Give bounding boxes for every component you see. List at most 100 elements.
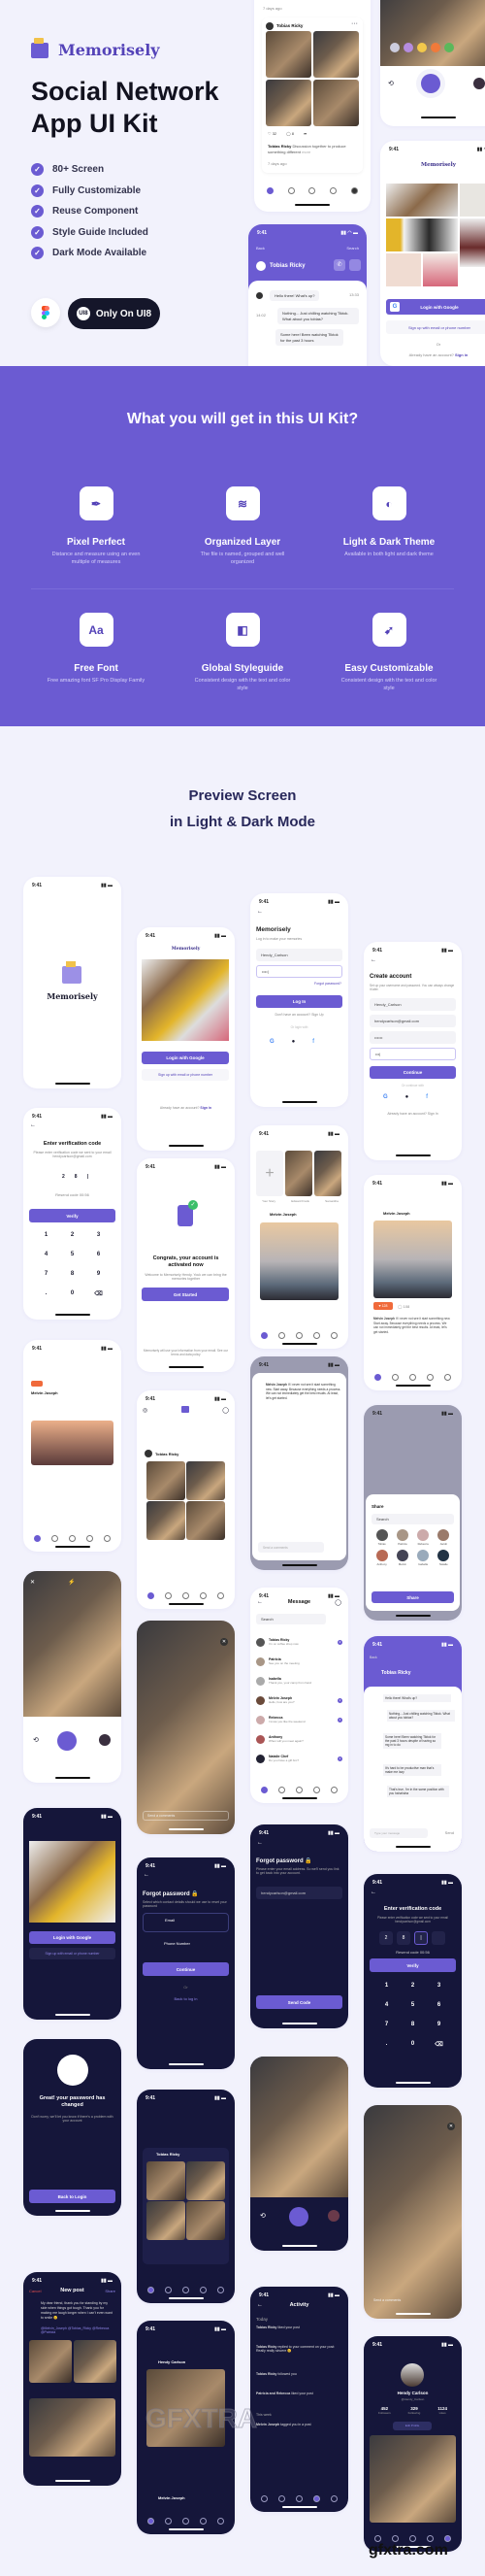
confirm-password-input[interactable]: •••|	[370, 1048, 456, 1060]
comment-input[interactable]: Send a comments	[370, 2295, 456, 2305]
filter-option[interactable]	[417, 43, 427, 52]
close-icon[interactable]: ✕	[220, 1638, 228, 1646]
phone-option[interactable]: Phone Number	[143, 1937, 229, 1957]
thread-item[interactable]: Anthony When will you meet again?	[256, 1729, 342, 1749]
key[interactable]: 6	[85, 1252, 112, 1257]
share-person[interactable]: Anthony	[372, 1550, 392, 1566]
search-tab-icon[interactable]	[278, 1787, 286, 1793]
profile-tab-icon[interactable]	[330, 1332, 338, 1339]
google-icon[interactable]: G	[383, 1094, 388, 1100]
key[interactable]: 0	[59, 1290, 85, 1297]
figma-button[interactable]	[31, 298, 60, 327]
post-photo[interactable]	[146, 1501, 185, 1540]
profile-tab-icon[interactable]	[443, 2535, 451, 2542]
back-to-login-button[interactable]: Back to Login	[29, 2190, 115, 2203]
code-inputs[interactable]: 2 8 |	[62, 1174, 88, 1180]
profile-tab-icon[interactable]	[443, 1374, 451, 1381]
home-tab-icon[interactable]	[261, 1332, 269, 1339]
key[interactable]: 7	[33, 1271, 59, 1277]
activity-item[interactable]: Tobias Ricky liked your post	[256, 2325, 342, 2345]
search-tab-icon[interactable]	[165, 2287, 173, 2293]
like-button[interactable]: ♡ 32	[268, 131, 276, 136]
search-tab-icon[interactable]	[278, 1332, 286, 1339]
like-badge[interactable]: ♥ 128	[373, 1302, 393, 1310]
post-photo[interactable]	[186, 2201, 225, 2240]
compose-icon[interactable]: ◯	[335, 1599, 341, 1606]
camera-tab-icon[interactable]	[68, 1535, 76, 1542]
key[interactable]: 1	[33, 1232, 59, 1238]
home-tab-icon[interactable]	[147, 2518, 155, 2525]
shutter-button[interactable]	[289, 2207, 308, 2226]
post-photo[interactable]	[313, 31, 359, 78]
share-person[interactable]: Tobias	[372, 1529, 392, 1546]
profile-tab-icon[interactable]	[216, 2287, 224, 2293]
post-photo[interactable]	[373, 1221, 452, 1298]
camera-tab-icon[interactable]	[181, 2518, 189, 2525]
gallery-thumbnail[interactable]	[328, 2210, 340, 2222]
activity-tab-icon[interactable]	[312, 2495, 320, 2502]
activity-tab-icon[interactable]	[312, 1332, 320, 1339]
signin-prompt[interactable]: Already have an account? Sign In	[364, 1112, 462, 1116]
key[interactable]: 6	[426, 2002, 452, 2008]
activity-tab-icon[interactable]	[199, 2287, 207, 2293]
video-post[interactable]	[31, 1421, 113, 1465]
filter-option[interactable]	[390, 43, 400, 52]
backspace-key[interactable]: ⌫	[85, 1290, 112, 1297]
profile-tab-icon[interactable]	[103, 1535, 111, 1542]
activity-tab-icon[interactable]	[330, 187, 338, 194]
password-input[interactable]: ••••••	[370, 1031, 456, 1044]
back-arrow-icon[interactable]: ←	[371, 957, 376, 963]
profile-tab-icon[interactable]	[216, 1592, 224, 1599]
activity-tab-icon[interactable]	[199, 1592, 207, 1599]
camera-tab-icon[interactable]	[181, 2287, 189, 2293]
resend-code[interactable]: Resend code 00:56	[364, 1950, 462, 1955]
key[interactable]: 3	[426, 1983, 452, 1989]
only-on-ui8-button[interactable]: UI8 Only On UI8	[68, 298, 160, 329]
home-tab-icon[interactable]	[261, 2495, 269, 2502]
google-icon[interactable]: G	[270, 1039, 275, 1045]
back-arrow-icon[interactable]: ←	[30, 1122, 36, 1128]
profile-tab-icon[interactable]	[350, 187, 358, 194]
login-with-google-button[interactable]: Login with Google	[142, 1052, 229, 1064]
home-tab-icon[interactable]	[147, 2287, 155, 2293]
code-inputs[interactable]: 2 8 |	[379, 1931, 445, 1945]
share-person[interactable]: Rebecca	[413, 1529, 434, 1546]
camera-tab-icon[interactable]	[181, 1592, 189, 1599]
close-icon[interactable]: ✕	[447, 2123, 455, 2130]
key[interactable]: 0	[400, 2041, 426, 2048]
shutter-button[interactable]	[421, 74, 440, 93]
edit-profile-button[interactable]: Edit Profile	[393, 2422, 432, 2430]
post-photo[interactable]	[266, 31, 311, 78]
username-input[interactable]: Hendy_Carlson	[256, 949, 342, 961]
flip-camera-icon[interactable]: ⟲	[260, 2212, 266, 2220]
activity-item[interactable]: Tobias Ricky replied to your comment on …	[256, 2345, 342, 2372]
key[interactable]: 8	[400, 2022, 426, 2027]
key[interactable]: 3	[85, 1232, 112, 1238]
share-person[interactable]: Patricia	[392, 1529, 412, 1546]
stat-following[interactable]: 329 Following	[408, 2406, 421, 2415]
post-photo[interactable]	[266, 80, 311, 126]
gallery-thumbnail[interactable]	[99, 1734, 111, 1746]
attached-photo[interactable]	[74, 2340, 116, 2383]
back-link[interactable]: Back	[370, 1656, 377, 1659]
activity-tab-icon[interactable]	[426, 2535, 434, 2542]
search-link[interactable]: Search	[346, 246, 359, 251]
profile-tab-icon[interactable]	[330, 2495, 338, 2502]
home-tab-icon[interactable]	[267, 187, 275, 194]
thread-item[interactable]: Rebecca I know you like the weekend 1	[256, 1710, 342, 1729]
signup-email-button[interactable]: Sign up with email or phone number	[142, 1069, 229, 1081]
thread-item[interactable]: Isabella Thank you, your camp from hand	[256, 1671, 342, 1690]
flash-icon[interactable]: ⚡	[68, 1579, 75, 1586]
video-call-icon[interactable]	[349, 259, 361, 271]
back-arrow-icon[interactable]: ←	[257, 1840, 263, 1846]
login-button[interactable]: Log In	[256, 995, 342, 1008]
story-thumbnail[interactable]	[285, 1151, 312, 1196]
camera-tab-icon[interactable]	[408, 1374, 416, 1381]
key[interactable]: 5	[400, 2002, 426, 2008]
backspace-key[interactable]: ⌫	[426, 2041, 452, 2048]
camera-tab-icon[interactable]	[295, 1332, 303, 1339]
post-photo[interactable]	[313, 80, 359, 126]
send-button[interactable]: Send	[445, 1830, 454, 1835]
get-started-button[interactable]: Get Started	[142, 1288, 229, 1301]
flip-camera-icon[interactable]: ⟲	[33, 1736, 39, 1744]
